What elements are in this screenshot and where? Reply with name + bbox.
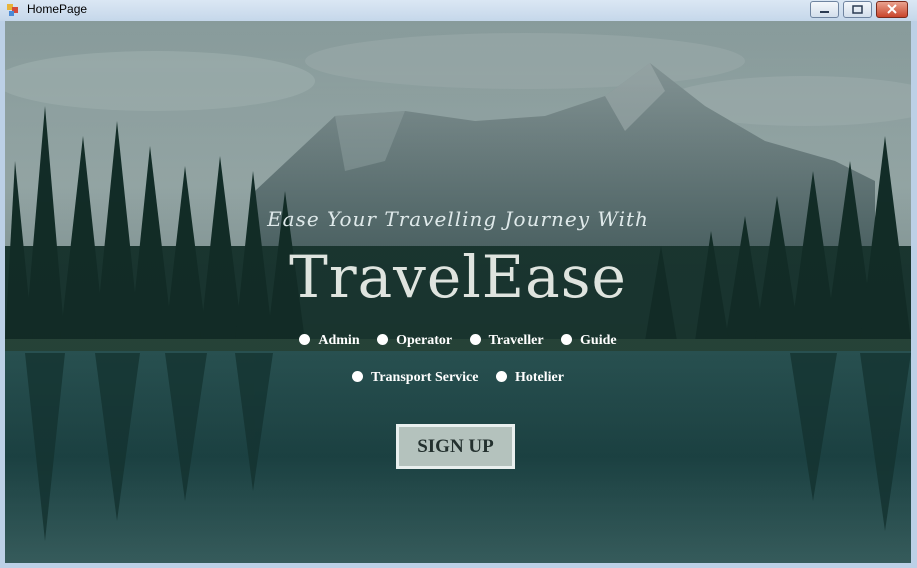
close-icon [887, 4, 897, 14]
minimize-icon [820, 11, 829, 13]
radio-circle-icon [377, 334, 389, 345]
role-radio-operator[interactable]: Operator [377, 333, 452, 349]
client-area: Ease Your Travelling Journey With Travel… [5, 21, 911, 563]
role-radio-guide[interactable]: Guide [561, 333, 617, 349]
radio-circle-icon [352, 371, 364, 382]
sign-up-button[interactable]: SIGN UP [396, 424, 515, 469]
app-icon [7, 4, 18, 16]
tagline: Ease Your Travelling Journey With [267, 207, 649, 231]
radio-circle-icon [561, 334, 573, 345]
role-options-row-1: Admin Operator Traveller Guide [5, 333, 911, 349]
role-label: Transport Service [371, 370, 479, 385]
close-button[interactable] [876, 1, 908, 18]
maximize-button[interactable] [843, 1, 872, 18]
role-radio-hotelier[interactable]: Hotelier [495, 370, 564, 386]
radio-circle-icon [299, 334, 311, 345]
title-bar[interactable]: HomePage [0, 0, 917, 21]
role-label: Traveller [488, 333, 544, 348]
role-options-row-2: Transport Service Hotelier [5, 370, 911, 386]
minimize-button[interactable] [810, 1, 839, 18]
role-radio-traveller[interactable]: Traveller [469, 333, 544, 349]
role-label: Operator [396, 333, 453, 348]
app-window: HomePage Ease Your Travelling Journey Wi… [0, 0, 917, 568]
role-label: Guide [580, 333, 617, 348]
radio-circle-icon [495, 371, 507, 382]
maximize-icon [852, 5, 863, 14]
role-label: Admin [318, 333, 360, 348]
radio-circle-icon [469, 334, 481, 345]
window-title: HomePage [27, 2, 88, 16]
brand-title: TravelEase [289, 243, 627, 311]
role-radio-transport-service[interactable]: Transport Service [352, 370, 478, 386]
role-radio-admin[interactable]: Admin [299, 333, 360, 349]
role-label: Hotelier [514, 370, 564, 385]
